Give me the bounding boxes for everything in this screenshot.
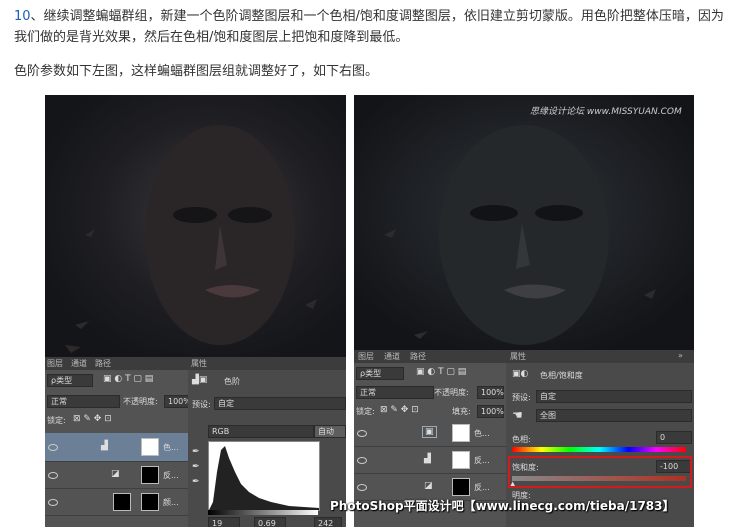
layer-mask-thumbnail bbox=[452, 424, 470, 442]
channel-select[interactable]: RGB bbox=[208, 425, 314, 438]
tab-paths[interactable]: 路径 bbox=[95, 358, 111, 369]
preset-label: 预设: bbox=[192, 400, 211, 409]
layer-kind-filter[interactable]: ρ类型 bbox=[47, 374, 93, 387]
layer-thumbnail bbox=[113, 493, 131, 511]
layer-row-levels[interactable]: ▟ 反... bbox=[354, 447, 506, 474]
targeted-adjustment-hand-icon[interactable]: ☚ bbox=[512, 408, 523, 422]
invert-adjustment-icon: ◪ bbox=[424, 481, 433, 491]
layer-mask-thumbnail bbox=[141, 466, 159, 484]
levels-icon: ▟▣ bbox=[192, 375, 208, 385]
visibility-eye-icon[interactable] bbox=[48, 444, 58, 451]
layer-name[interactable]: 颜... bbox=[163, 497, 179, 508]
layer-name[interactable]: 色... bbox=[474, 428, 490, 439]
preset-select[interactable]: 自定 bbox=[214, 397, 346, 410]
preset-label: 预设: bbox=[512, 393, 531, 402]
site-watermark: 思缘设计论坛 www.MISSYUAN.COM bbox=[530, 107, 682, 117]
tab-layers[interactable]: 图层 bbox=[358, 351, 374, 362]
eyedropper-icons[interactable]: ✒ ✒ ✒ bbox=[192, 445, 200, 490]
step-paragraph: 10、继续调整蝙蝠群组，新建一个色阶调整图层和一个色相/饱和度调整图层，依旧建立… bbox=[14, 6, 724, 48]
lock-label: 锁定: bbox=[356, 407, 375, 416]
range-select[interactable]: 全图 bbox=[536, 409, 692, 422]
layer-name[interactable]: 反... bbox=[474, 482, 490, 493]
hue-input[interactable]: 0 bbox=[656, 431, 692, 444]
right-screenshot: 图层 通道 路径 ρ类型 ▣ ◐ T ▢ ▤ 正常 不透明度: 100% 锁定:… bbox=[354, 95, 694, 527]
levels-properties-panel: 属性 ▟▣ 色阶 预设: 自定 RGB 自动 ✒ ✒ ✒ 19 0.69 242 bbox=[188, 357, 346, 527]
preset-select[interactable]: 自定 bbox=[536, 390, 692, 403]
properties-tabbar: 属性 » bbox=[506, 350, 694, 363]
visibility-eye-icon[interactable] bbox=[48, 499, 58, 506]
layers-panel: 图层 通道 路径 ρ类型 ▣ ◐ T ▢ ▤ 正常 不透明度: 100% 锁定:… bbox=[45, 357, 191, 527]
tab-channels[interactable]: 通道 bbox=[71, 358, 87, 369]
layers-tabbar: 图层 通道 路径 bbox=[45, 357, 188, 370]
saturation-highlight-box bbox=[508, 456, 692, 488]
step-number: 10 bbox=[14, 9, 31, 24]
filter-icons[interactable]: ▣ ◐ T ▢ ▤ bbox=[416, 367, 466, 377]
properties-title: 色阶 bbox=[224, 377, 240, 386]
panel-menu-icon[interactable]: » bbox=[678, 351, 683, 360]
dark-face-artwork bbox=[354, 95, 694, 350]
hue-label: 色相: bbox=[512, 435, 531, 444]
layers-tabbar: 图层 通道 路径 bbox=[354, 350, 506, 363]
layer-row-invert[interactable]: ◪ 反... bbox=[45, 462, 188, 489]
lock-label: 锁定: bbox=[47, 416, 66, 425]
input-black[interactable]: 19 bbox=[208, 517, 240, 527]
visibility-eye-icon[interactable] bbox=[48, 472, 58, 479]
tab-properties[interactable]: 属性 bbox=[510, 351, 526, 362]
levels-adjustment-icon: ▟ bbox=[424, 454, 431, 464]
visibility-eye-icon[interactable] bbox=[357, 484, 367, 491]
blend-mode-select[interactable]: 正常 bbox=[356, 386, 434, 399]
blend-mode-select[interactable]: 正常 bbox=[47, 395, 120, 408]
fill-input[interactable]: 100% bbox=[477, 405, 504, 418]
lock-icons[interactable]: ⊠ ✎ ✥ ⊡ bbox=[73, 414, 112, 424]
layer-kind-filter[interactable]: ρ类型 bbox=[356, 367, 404, 380]
fill-label: 填充: bbox=[452, 407, 471, 416]
tab-properties[interactable]: 属性 bbox=[191, 358, 207, 369]
layer-name[interactable]: 反... bbox=[163, 470, 179, 481]
opacity-label: 不透明度: bbox=[123, 397, 158, 406]
layer-mask-thumbnail bbox=[452, 451, 470, 469]
layer-row-hue-saturation[interactable]: ▣ 色... bbox=[354, 420, 506, 447]
layer-name[interactable]: 色... bbox=[163, 442, 179, 453]
layer-row-color[interactable]: 颜... bbox=[45, 489, 188, 516]
opacity-label: 不透明度: bbox=[434, 388, 469, 397]
dark-face-artwork bbox=[45, 95, 346, 357]
input-gamma[interactable]: 0.69 bbox=[254, 517, 286, 527]
invert-adjustment-icon: ◪ bbox=[111, 469, 120, 479]
layer-name[interactable]: 反... bbox=[474, 455, 490, 466]
tab-channels[interactable]: 通道 bbox=[384, 351, 400, 362]
lock-icons[interactable]: ⊠ ✎ ✥ ⊡ bbox=[380, 405, 419, 415]
hue-saturation-icon: ▣◐ bbox=[512, 369, 529, 379]
tab-paths[interactable]: 路径 bbox=[410, 351, 426, 362]
input-gradient bbox=[208, 510, 318, 515]
step-text: 、继续调整蝙蝠群组，新建一个色阶调整图层和一个色相/饱和度调整图层，依旧建立剪切… bbox=[14, 9, 724, 45]
auto-button[interactable]: 自动 bbox=[314, 425, 346, 438]
layer-row-levels[interactable]: ▟ 色... bbox=[45, 433, 188, 462]
filter-icons[interactable]: ▣ ◐ T ▢ ▤ bbox=[103, 374, 153, 384]
input-white[interactable]: 242 bbox=[314, 517, 342, 527]
histogram bbox=[208, 441, 320, 511]
opacity-input[interactable]: 100% bbox=[164, 395, 191, 408]
visibility-eye-icon[interactable] bbox=[357, 457, 367, 464]
parameter-paragraph: 色阶参数如下左图，这样蝙蝠群图层组就调整好了，如下右图。 bbox=[14, 64, 379, 79]
levels-adjustment-icon: ▟ bbox=[101, 441, 108, 451]
layer-mask-thumbnail bbox=[141, 493, 159, 511]
left-screenshot: 图层 通道 路径 ρ类型 ▣ ◐ T ▢ ▤ 正常 不透明度: 100% 锁定:… bbox=[45, 95, 346, 527]
hue-saturation-adjustment-icon: ▣ bbox=[422, 426, 437, 438]
layer-mask-thumbnail bbox=[452, 478, 470, 496]
opacity-input[interactable]: 100% bbox=[477, 386, 504, 399]
tab-layers[interactable]: 图层 bbox=[47, 358, 63, 369]
properties-tabbar: 属性 bbox=[188, 357, 346, 370]
hue-gradient bbox=[512, 447, 686, 452]
properties-title: 色相/饱和度 bbox=[540, 371, 583, 380]
footer-watermark: PhotoShop平面设计吧【www.linecg.com/tieba/1783… bbox=[330, 499, 675, 513]
visibility-eye-icon[interactable] bbox=[357, 430, 367, 437]
layer-mask-thumbnail bbox=[141, 438, 159, 456]
